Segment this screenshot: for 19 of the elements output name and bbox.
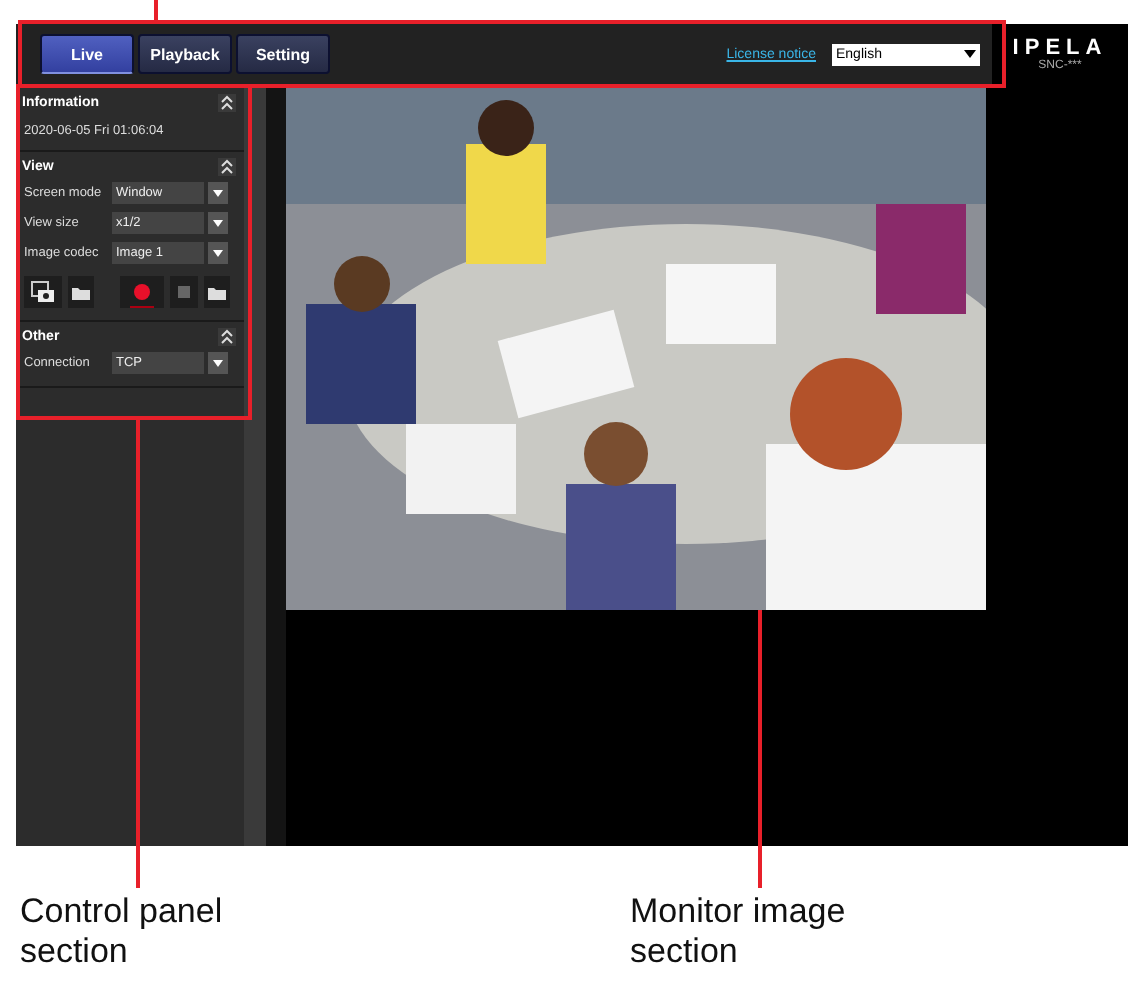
collapse-icon[interactable]: [218, 94, 236, 112]
tab[interactable]: Playback: [138, 34, 232, 74]
dropdown-icon[interactable]: [208, 212, 228, 234]
collapse-icon[interactable]: [218, 158, 236, 176]
dropdown-icon[interactable]: [208, 182, 228, 204]
tab[interactable]: Live: [40, 34, 134, 74]
tab[interactable]: Setting: [236, 34, 330, 74]
record-icon[interactable]: [120, 276, 164, 308]
callout-label: Control panel section: [20, 892, 225, 972]
folder-icon[interactable]: [204, 276, 230, 308]
collapse-icon[interactable]: [218, 328, 236, 346]
dropdown-icon[interactable]: [208, 352, 228, 374]
scrollbar[interactable]: [244, 84, 266, 846]
dropdown-icon[interactable]: [208, 242, 228, 264]
caret-icon: [964, 50, 976, 58]
brand-logo: IPELA: [1012, 36, 1108, 60]
folder-icon[interactable]: [68, 276, 94, 308]
callout-label: Monitor image section: [630, 892, 848, 972]
camera-icon[interactable]: [24, 276, 62, 308]
